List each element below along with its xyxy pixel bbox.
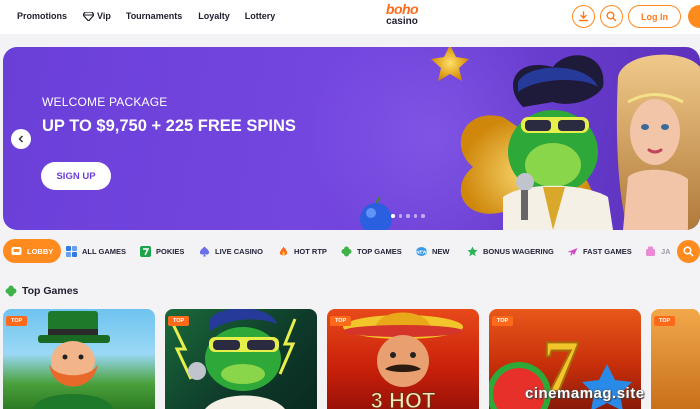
grid-icon [66,245,77,257]
star-icon [467,246,478,256]
signup-header-button[interactable] [688,5,700,28]
section-title: Top Games [22,285,79,297]
category-tabs: LOBBY ALL GAMES POKIES LIVE CASINO HOT R… [0,239,700,265]
top-badge: TOP [6,316,28,326]
slide-dot[interactable] [413,214,417,218]
tab-pokies[interactable]: POKIES [140,239,184,263]
tab-fast-games[interactable]: FAST GAMES [567,239,632,263]
download-button[interactable] [572,5,595,28]
promo-banner[interactable]: WELCOME PACKAGE UP TO $9,750 + 225 FREE … [3,47,700,230]
tab-label: HOT RTP [294,246,327,256]
watermark: cinemamag.site [525,385,645,402]
tab-label: BONUS WAGERING [483,246,554,256]
tab-top-games[interactable]: TOP GAMES [341,239,402,263]
spade-icon [199,246,210,256]
plane-icon [567,247,578,256]
header-search-button[interactable] [600,5,623,28]
section-header: Top Games [5,285,78,297]
logo-word: boho [385,1,419,17]
top-badge: TOP [168,316,190,326]
tab-live-casino[interactable]: LIVE CASINO [199,239,263,263]
tab-label: ALL GAMES [82,246,127,256]
banner-title: UP TO $9,750 + 225 FREE SPINS [42,117,296,135]
svg-text:NEW: NEW [416,249,427,254]
nav-loyalty[interactable]: Loyalty [198,11,230,21]
tab-label: JA [661,246,671,256]
nav-promotions[interactable]: Promotions [17,11,67,21]
main-nav: Promotions Vip Tournaments Loyalty Lotte… [17,11,275,21]
slide-indicators [391,214,425,218]
search-icon [683,246,694,257]
tab-label: LIVE CASINO [215,246,263,256]
nav-vip-label: Vip [97,11,111,21]
flame-icon [279,246,288,255]
top-badge: TOP [654,316,676,326]
tab-label: POKIES [156,246,185,256]
slide-dot[interactable] [391,214,395,218]
chevron-left-icon [18,135,24,143]
tab-all-games[interactable]: ALL GAMES [66,239,126,263]
prev-slide-button[interactable] [11,129,31,149]
nav-lottery[interactable]: Lottery [245,11,276,21]
tab-jackpot[interactable]: JA [645,239,671,263]
games-search-button[interactable] [677,240,700,263]
game-card[interactable]: TOP [165,309,317,409]
top-badge: TOP [492,316,514,326]
banner-subtitle: WELCOME PACKAGE [42,95,168,109]
new-icon: NEW [416,246,427,256]
banner-artwork [360,47,700,230]
game-card[interactable]: TOP [3,309,155,409]
tab-lobby[interactable]: LOBBY [3,239,62,263]
search-icon [606,11,617,22]
diamond-icon [83,11,95,21]
tab-hot-rtp[interactable]: HOT RTP [278,239,327,263]
game-card[interactable]: 3 HOT TOP [327,309,479,409]
logo-sub: casino [386,16,418,27]
slide-dot[interactable] [398,214,402,218]
slide-dot[interactable] [421,214,425,218]
nav-vip[interactable]: Vip [83,11,111,21]
clover-icon [5,285,17,297]
tab-label: FAST GAMES [583,246,632,256]
clover-icon [341,246,352,256]
top-badge: TOP [330,316,352,326]
seven-icon [140,245,151,257]
tab-bonus-wagering[interactable]: BONUS WAGERING [467,239,554,263]
login-button[interactable]: Log In [628,5,681,28]
nav-tournaments[interactable]: Tournaments [126,11,182,21]
tab-label: LOBBY [27,246,54,256]
signup-button[interactable]: SIGN UP [41,162,111,190]
jackpot-icon [646,246,655,256]
top-bar: Promotions Vip Tournaments Loyalty Lotte… [0,0,700,34]
lobby-icon [11,246,22,255]
brand-logo[interactable]: boho casino [380,2,424,30]
download-icon [578,11,589,22]
tab-label: NEW [432,246,450,256]
tab-new[interactable]: NEW NEW [416,239,450,263]
game-card[interactable]: TOP [651,309,700,409]
tab-label: TOP GAMES [357,246,402,256]
slide-dot[interactable] [406,214,410,218]
svg-text:3 HOT: 3 HOT [371,388,436,409]
